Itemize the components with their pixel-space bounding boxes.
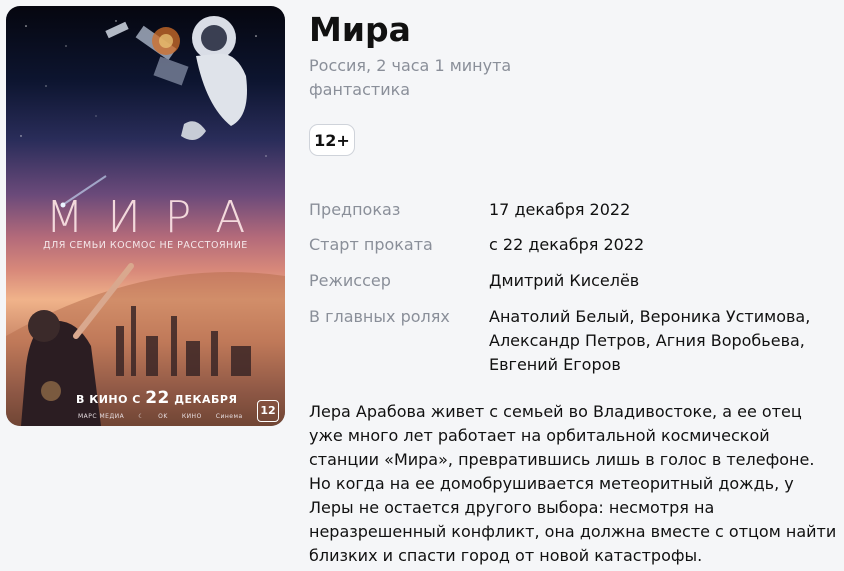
poster-logo-cinema: Синема [215, 413, 243, 420]
info-label: Режиссер [309, 271, 391, 290]
poster-tagline: ДЛЯ СЕМЬИ КОСМОС НЕ РАССТОЯНИЕ [43, 240, 248, 251]
poster-logo-mars-media: МАРС МЕДИА [78, 413, 125, 420]
poster-logo-kino: КИНО [181, 413, 202, 420]
poster-release-day: 22 [145, 388, 170, 408]
poster-release-date: В КИНО С 22 ДЕКАБРЯ [76, 388, 237, 408]
movie-description: Лера Арабова живет с семьей во Владивост… [309, 402, 837, 565]
info-value: Дмитрий Киселёв [489, 271, 640, 290]
poster-title: МИРА [45, 192, 270, 243]
movie-country-duration: Россия, 2 часа 1 минута [309, 56, 512, 75]
info-label: Старт проката [309, 235, 433, 254]
poster-release-month: ДЕКАБРЯ [174, 393, 238, 406]
age-rating-badge: 12+ [309, 124, 355, 156]
info-label: В главных ролях [309, 307, 450, 326]
info-value: Анатолий Белый, Вероника Устимова, Алекс… [489, 307, 811, 374]
movie-poster[interactable]: МИРА ДЛЯ СЕМЬИ КОСМОС НЕ РАССТОЯНИЕ В КИ… [6, 6, 285, 426]
poster-age-rating: 12 [257, 400, 279, 422]
info-value: с 22 декабря 2022 [489, 235, 645, 254]
poster-release-prefix: В КИНО С [76, 393, 141, 406]
poster-logo-ok: OK [158, 413, 168, 420]
poster-logos: МАРС МЕДИА ☾ OK КИНО Синема [78, 413, 243, 420]
movie-title: Мира [309, 10, 411, 49]
info-value: 17 декабря 2022 [489, 200, 631, 219]
poster-logo-moon: ☾ [138, 413, 145, 420]
info-label: Предпоказ [309, 200, 401, 219]
movie-genre: фантастика [309, 80, 411, 99]
